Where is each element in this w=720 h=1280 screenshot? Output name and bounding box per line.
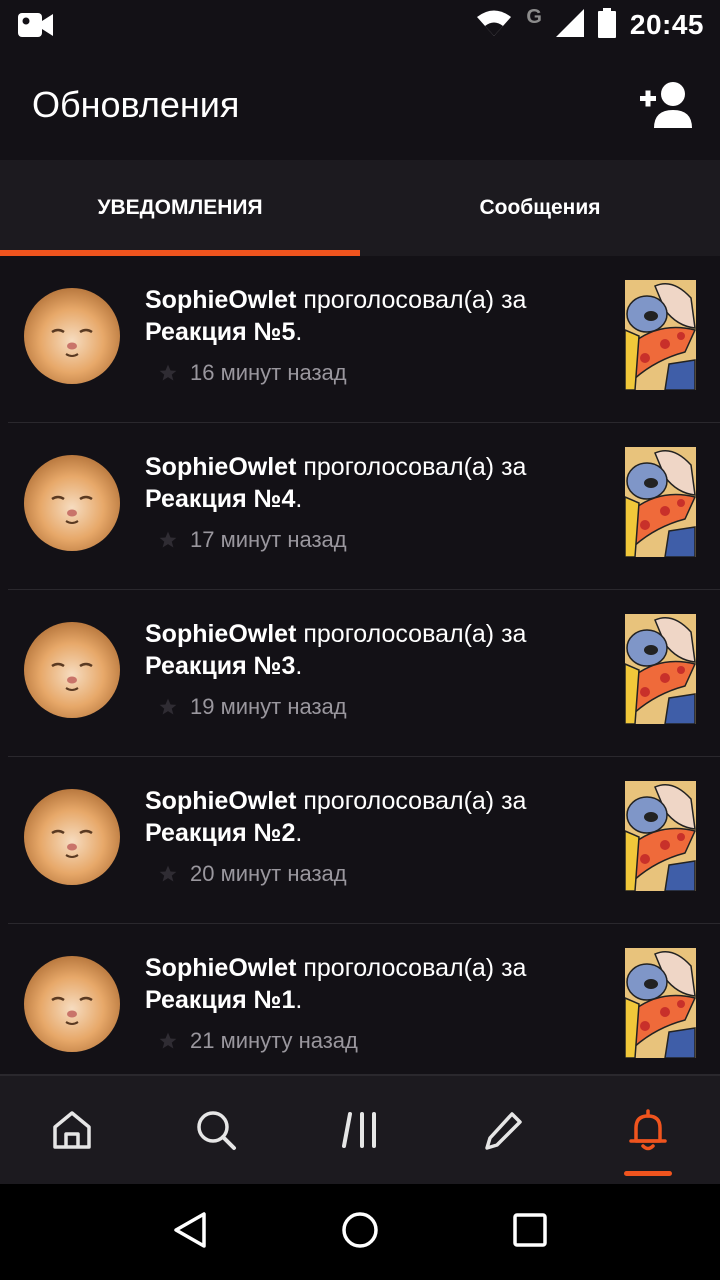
wifi-icon — [476, 9, 512, 42]
status-bar: G 20:45 — [0, 0, 720, 50]
notification-target[interactable]: Реакция №2 — [145, 819, 295, 847]
pencil-icon — [485, 1112, 522, 1150]
star-icon — [159, 865, 177, 882]
notification-user[interactable]: SophieOwlet — [145, 787, 296, 815]
notification-time-row: 21 минуту назад — [158, 1028, 358, 1054]
tab-bar: УВЕДОМЛЕНИЯ Сообщения — [0, 160, 720, 256]
tab-notifications[interactable]: УВЕДОМЛЕНИЯ — [0, 160, 360, 256]
notification-time: 21 минуту назад — [190, 1028, 358, 1053]
home-circle-icon — [342, 1211, 378, 1248]
system-back-button[interactable] — [170, 1210, 210, 1255]
story-cover-thumbnail[interactable] — [625, 447, 696, 557]
nav-search[interactable] — [144, 1076, 288, 1184]
notification-target[interactable]: Реакция №3 — [145, 652, 295, 680]
notification-user[interactable]: SophieOwlet — [145, 620, 296, 648]
page-title: Обновления — [32, 84, 240, 125]
story-cover-thumbnail[interactable] — [625, 948, 696, 1058]
list-item[interactable]: SophieOwlet проголосовал(а) за Реакция №… — [8, 256, 720, 423]
nav-notifications[interactable] — [576, 1076, 720, 1184]
system-recents-button[interactable] — [510, 1210, 550, 1255]
star-icon — [159, 698, 177, 715]
story-cover-thumbnail[interactable] — [625, 280, 696, 390]
battery-icon — [597, 7, 616, 43]
list-item[interactable]: SophieOwlet проголосовал(а) за Реакция №… — [8, 924, 720, 1074]
tab-label: Сообщения — [479, 196, 601, 219]
notification-target[interactable]: Реакция №5 — [145, 318, 295, 346]
notification-user[interactable]: SophieOwlet — [145, 453, 296, 481]
add-user-icon — [640, 82, 692, 128]
star-icon — [159, 531, 177, 548]
star-icon — [159, 1032, 177, 1049]
notification-action: проголосовал(а) за — [303, 787, 527, 815]
notification-text: SophieOwlet проголосовал(а) за Реакция №… — [145, 787, 527, 847]
status-time: 20:45 — [629, 9, 704, 40]
story-cover-thumbnail[interactable] — [625, 781, 696, 891]
tab-messages[interactable]: Сообщения — [360, 160, 720, 256]
avatar[interactable] — [24, 956, 120, 1052]
notification-time-row: 19 минут назад — [158, 694, 347, 720]
notification-text: SophieOwlet проголосовал(а) за Реакция №… — [145, 954, 527, 1014]
notification-time: 17 минут назад — [190, 527, 347, 552]
system-nav-bar — [0, 1184, 720, 1280]
network-type-label: G — [526, 5, 542, 28]
notification-action: проголосовал(а) за — [303, 954, 527, 982]
home-icon — [53, 1111, 91, 1149]
back-icon — [174, 1211, 206, 1248]
recents-icon — [513, 1212, 547, 1247]
notification-time: 19 минут назад — [190, 694, 347, 719]
notification-action: проголосовал(а) за — [303, 620, 527, 648]
list-item[interactable]: SophieOwlet проголосовал(а) за Реакция №… — [8, 757, 720, 924]
notification-action: проголосовал(а) за — [303, 286, 527, 314]
list-item[interactable]: SophieOwlet проголосовал(а) за Реакция №… — [8, 423, 720, 590]
app-bar: Обновления — [0, 50, 720, 160]
search-icon — [197, 1111, 236, 1150]
notification-time-row: 20 минут назад — [158, 861, 347, 887]
notification-text: SophieOwlet проголосовал(а) за Реакция №… — [145, 286, 527, 346]
add-user-button[interactable] — [638, 80, 696, 130]
notification-text: SophieOwlet проголосовал(а) за Реакция №… — [145, 620, 527, 680]
notification-target[interactable]: Реакция №4 — [145, 485, 295, 513]
notification-list: SophieOwlet проголосовал(а) за Реакция №… — [0, 256, 720, 1074]
notification-time: 20 минут назад — [190, 861, 347, 886]
active-tab-indicator — [624, 1171, 672, 1176]
avatar[interactable] — [24, 622, 120, 718]
notification-time-row: 17 минут назад — [158, 527, 347, 553]
notification-time-row: 16 минут назад — [158, 360, 347, 386]
nav-home[interactable] — [0, 1076, 144, 1184]
notification-user[interactable]: SophieOwlet — [145, 286, 296, 314]
tab-label: УВЕДОМЛЕНИЯ — [97, 196, 263, 219]
nav-write[interactable] — [432, 1076, 576, 1184]
video-camera-icon — [18, 12, 54, 43]
signal-icon — [555, 8, 584, 42]
notification-text: SophieOwlet проголосовал(а) за Реакция №… — [145, 453, 527, 513]
bell-icon — [629, 1109, 667, 1151]
notification-time: 16 минут назад — [190, 360, 347, 385]
star-icon — [159, 364, 177, 381]
notification-action: проголосовал(а) за — [303, 453, 527, 481]
list-item[interactable]: SophieOwlet проголосовал(а) за Реакция №… — [8, 590, 720, 757]
story-cover-thumbnail[interactable] — [625, 614, 696, 724]
notification-target[interactable]: Реакция №1 — [145, 986, 295, 1014]
avatar[interactable] — [24, 789, 120, 885]
library-icon — [342, 1112, 376, 1148]
avatar[interactable] — [24, 288, 120, 384]
bottom-nav — [0, 1074, 720, 1184]
nav-library[interactable] — [288, 1076, 432, 1184]
notification-user[interactable]: SophieOwlet — [145, 954, 296, 982]
system-home-button[interactable] — [340, 1210, 380, 1255]
avatar[interactable] — [24, 455, 120, 551]
